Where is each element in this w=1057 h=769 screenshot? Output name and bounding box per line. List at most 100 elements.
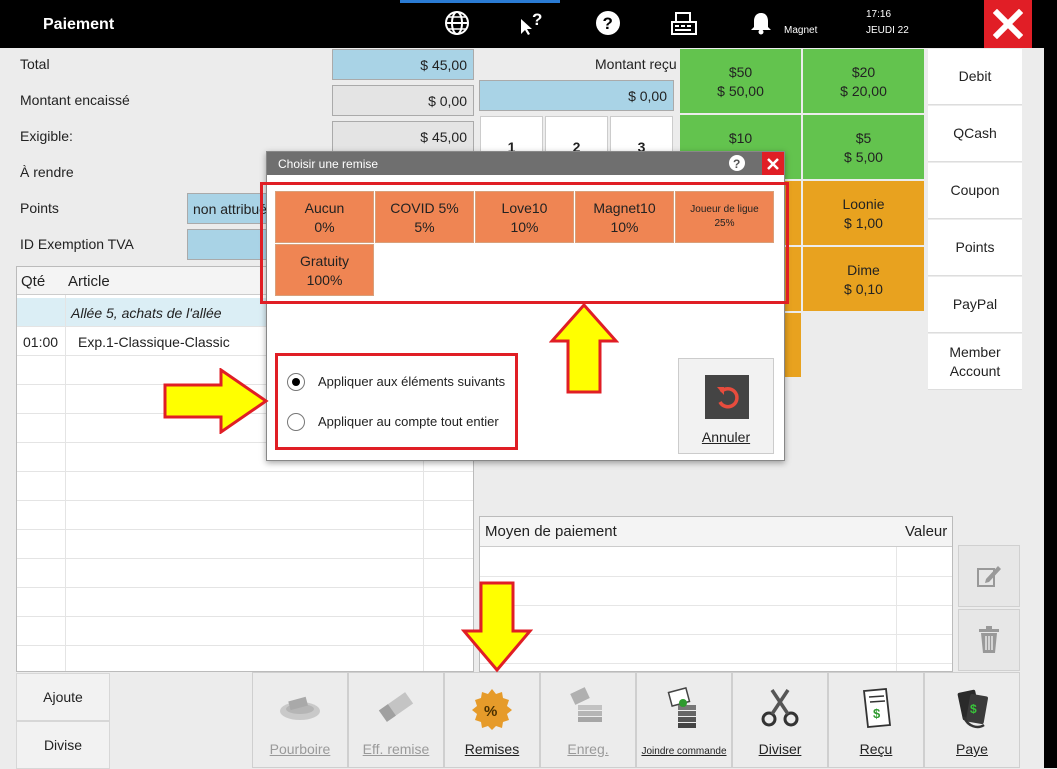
- method-qcash[interactable]: QCash: [928, 106, 1022, 162]
- discounts-label: Remises: [464, 741, 520, 757]
- payment-row: [480, 577, 952, 606]
- save-button[interactable]: Enreg.: [540, 672, 636, 768]
- eraser-icon: [378, 692, 414, 722]
- discount-dialog: Choisir une remise ? Aucun 0% COVID 5% 5% …: [260, 151, 789, 461]
- dialog-help-icon[interactable]: ?: [728, 154, 746, 175]
- scissors-icon: [761, 689, 799, 727]
- pay-label: Paye: [956, 741, 988, 757]
- exigible-field: $ 45,00: [332, 121, 474, 152]
- help-cursor-icon[interactable]: ?: [518, 10, 544, 36]
- highlight-options: [275, 353, 518, 450]
- dialog-close-button[interactable]: [762, 152, 784, 175]
- arrow-up-icon: [549, 303, 619, 394]
- join-order-label: Joindre commande: [641, 746, 727, 757]
- cash-20-button[interactable]: $20 $ 20,00: [803, 49, 924, 113]
- discounts-button[interactable]: % Remises: [444, 672, 540, 768]
- close-button[interactable]: [984, 0, 1032, 48]
- page-title: Paiement: [43, 16, 115, 33]
- undo-icon: [705, 375, 749, 419]
- receipt-label: Reçu: [859, 741, 893, 757]
- column-divider: [65, 295, 66, 671]
- divide-button[interactable]: Diviser: [732, 672, 828, 768]
- article-header: Article: [68, 273, 110, 290]
- join-order-icon: [667, 687, 696, 728]
- keypad-1[interactable]: 1: [480, 116, 543, 156]
- method-paypal[interactable]: PayPal: [928, 277, 1022, 333]
- exigible-label: Exigible:: [20, 128, 73, 144]
- table-row-empty: [17, 617, 473, 646]
- method-points[interactable]: Points: [928, 220, 1022, 276]
- pay-card-icon: $: [957, 689, 988, 729]
- keypad-3[interactable]: 3: [610, 116, 673, 156]
- encaisse-field: $ 0,00: [332, 85, 474, 116]
- close-icon: [767, 157, 779, 170]
- cash-register-icon[interactable]: [670, 10, 697, 36]
- divide-label: Diviser: [758, 741, 802, 757]
- coin-dime-button[interactable]: Dime $ 0,10: [803, 247, 924, 311]
- tip-button[interactable]: Pourboire: [252, 672, 348, 768]
- svg-text:?: ?: [532, 10, 542, 29]
- pay-button[interactable]: $ Paye: [924, 672, 1020, 768]
- edit-button[interactable]: [958, 545, 1020, 607]
- row-qty: 01:00: [23, 334, 59, 350]
- user-name: Magnet: [784, 25, 818, 36]
- help-icon[interactable]: ?: [595, 10, 621, 36]
- receipt-button[interactable]: $ Reçu: [828, 672, 924, 768]
- bell-icon[interactable]: [748, 10, 774, 36]
- svg-text:$: $: [970, 702, 977, 716]
- clear-discount-button[interactable]: Eff. remise: [348, 672, 444, 768]
- cash-value: $ 20,00: [840, 83, 887, 99]
- value-header: Valeur: [905, 523, 948, 540]
- points-label: Points: [20, 200, 59, 216]
- highlight-discounts: [260, 182, 789, 304]
- cash-value: $ 0,10: [844, 281, 883, 297]
- keypad-2[interactable]: 2: [545, 116, 608, 156]
- cash-value: $ 5,00: [844, 149, 883, 165]
- clock-time: 17:16: [866, 9, 892, 20]
- cash-5-button[interactable]: $5 $ 5,00: [803, 115, 924, 179]
- received-field[interactable]: $ 0,00: [479, 80, 674, 111]
- cash-value: $ 1,00: [844, 215, 883, 231]
- trash-icon: [979, 626, 999, 653]
- tip-plate-icon: [280, 696, 320, 720]
- cash-50-button[interactable]: $50 $ 50,00: [680, 49, 801, 113]
- cash-label: $5: [855, 130, 872, 146]
- change-label: À rendre: [20, 164, 74, 180]
- method-member-account[interactable]: Member Account: [928, 334, 1022, 390]
- split-button[interactable]: Divise: [16, 721, 110, 769]
- top-bar: Paiement ? ? Magnet 17:16 JEUDI 22: [0, 0, 1057, 48]
- add-button[interactable]: Ajoute: [16, 673, 110, 721]
- cash-label: Dime: [847, 262, 880, 278]
- payment-table-header: Moyen de paiement Valeur: [480, 517, 952, 547]
- save-stack-icon: [570, 687, 602, 722]
- row-article: Exp.1-Classique-Classic: [78, 334, 230, 350]
- arrow-right-icon: [163, 368, 269, 434]
- cash-label: Loonie: [842, 196, 885, 212]
- svg-text:%: %: [484, 703, 497, 720]
- discount-badge-icon: %: [472, 689, 512, 730]
- table-row-empty: [17, 472, 473, 501]
- receipt-icon: $: [863, 688, 891, 728]
- cancel-button[interactable]: Annuler: [678, 358, 774, 454]
- close-icon: [993, 9, 1023, 39]
- dialog-title: Choisir une remise: [278, 157, 379, 171]
- total-label: Total: [20, 56, 50, 72]
- received-label: Montant reçu: [595, 56, 677, 72]
- dialog-titlebar: Choisir une remise ?: [267, 152, 784, 175]
- table-row-empty: [17, 559, 473, 588]
- cancel-label: Annuler: [701, 429, 751, 445]
- svg-text:?: ?: [733, 157, 740, 171]
- method-coupon[interactable]: Coupon: [928, 163, 1022, 219]
- delete-button[interactable]: [958, 609, 1020, 671]
- table-row-empty: [17, 530, 473, 559]
- method-debit[interactable]: Debit: [928, 49, 1022, 105]
- save-label: Enreg.: [567, 741, 609, 757]
- join-order-button[interactable]: Joindre commande: [636, 672, 732, 768]
- qty-header: Qté: [21, 273, 46, 290]
- globe-icon[interactable]: [444, 10, 470, 36]
- total-field: $ 45,00: [332, 49, 474, 80]
- group-label: Allée 5, achats de l'allée: [71, 305, 222, 321]
- coin-loonie-button[interactable]: Loonie $ 1,00: [803, 181, 924, 245]
- arrow-down-icon: [461, 581, 533, 673]
- svg-text:?: ?: [603, 14, 613, 33]
